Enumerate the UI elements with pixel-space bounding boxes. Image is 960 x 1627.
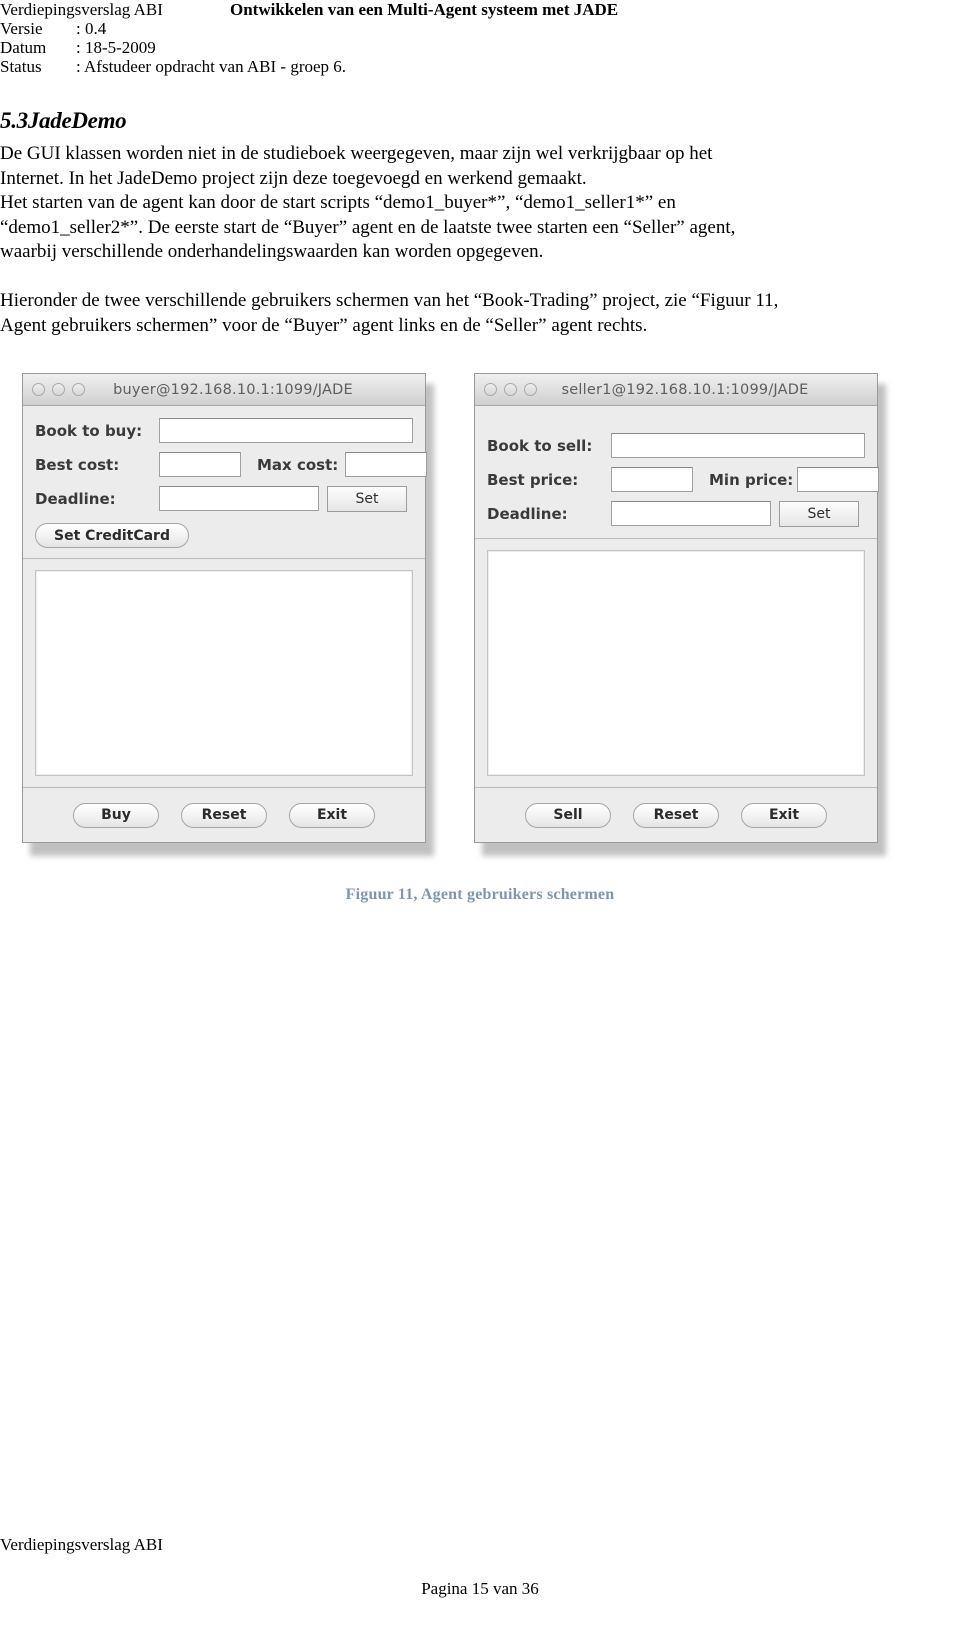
- best-cost-input[interactable]: [159, 452, 241, 477]
- min-price-input[interactable]: [797, 467, 879, 492]
- paragraph-line: De GUI klassen worden niet in de studieb…: [0, 143, 713, 164]
- best-cost-label: Best cost:: [35, 455, 120, 474]
- minimize-button-icon[interactable]: [52, 383, 65, 396]
- deadline-input[interactable]: [611, 501, 771, 526]
- minimize-button-icon[interactable]: [504, 383, 517, 396]
- seller-price-row: Best price: Min price:: [487, 467, 879, 492]
- seller-action-bar: Sell Reset Exit: [475, 787, 877, 842]
- header-row-datum: Datum : 18-5-2009: [0, 38, 960, 57]
- reset-button[interactable]: Reset: [181, 802, 267, 828]
- max-cost-label: Max cost:: [257, 455, 339, 474]
- buyer-creditcard-row: Set CreditCard: [35, 523, 413, 548]
- paragraph-line: Agent gebruikers schermen” voor de “Buye…: [0, 314, 648, 336]
- zoom-button-icon[interactable]: [72, 383, 85, 396]
- book-to-sell-input[interactable]: [611, 433, 865, 458]
- book-to-sell-label: Book to sell:: [487, 436, 593, 455]
- report-main-title: Ontwikkelen van een Multi-Agent systeem …: [230, 0, 619, 19]
- versie-value: : 0.4: [76, 19, 107, 38]
- close-button-icon[interactable]: [484, 383, 497, 396]
- best-price-input[interactable]: [611, 467, 693, 492]
- document-title: Verdiepingsverslag ABI: [0, 0, 163, 19]
- best-price-label: Best price:: [487, 470, 579, 489]
- book-to-buy-input[interactable]: [159, 418, 413, 443]
- paragraph-line: Het starten van de agent kan door de sta…: [0, 192, 676, 213]
- buyer-log-output[interactable]: [35, 570, 413, 776]
- seller-deadline-row: Deadline: Set: [487, 500, 865, 527]
- min-price-label: Min price:: [709, 470, 794, 489]
- datum-label: Datum: [0, 38, 47, 57]
- buyer-log-panel: [23, 559, 425, 787]
- deadline-label: Deadline:: [35, 489, 116, 508]
- deadline-label: Deadline:: [487, 504, 568, 523]
- exit-button[interactable]: Exit: [289, 802, 375, 828]
- reset-button[interactable]: Reset: [633, 802, 719, 828]
- buy-button[interactable]: Buy: [73, 802, 159, 828]
- seller-window-titlebar[interactable]: seller1@192.168.10.1:1099/JADE: [475, 374, 877, 406]
- document-footer: Verdiepingsverslag ABI Pagina 15 van 36: [0, 1517, 960, 1627]
- figure-agent-user-screens: buyer@192.168.10.1:1099/JADE Book to buy…: [0, 364, 960, 914]
- zoom-button-icon[interactable]: [524, 383, 537, 396]
- versie-label: Versie: [0, 19, 43, 38]
- deadline-input[interactable]: [159, 486, 319, 511]
- buyer-agent-window[interactable]: buyer@192.168.10.1:1099/JADE Book to buy…: [22, 373, 427, 843]
- set-creditcard-button[interactable]: Set CreditCard: [35, 523, 189, 548]
- book-to-buy-label: Book to buy:: [35, 421, 143, 440]
- paragraph-line: Internet. In het JadeDemo project zijn d…: [0, 167, 587, 189]
- paragraph-line: “demo1_seller2*”. De eerste start de “Bu…: [0, 216, 736, 238]
- datum-value: : 18-5-2009: [76, 38, 156, 57]
- buyer-window-titlebar[interactable]: buyer@192.168.10.1:1099/JADE: [23, 374, 425, 406]
- paragraph-figure-reference: Hieronder de twee verschillende gebruike…: [0, 289, 945, 338]
- seller-book-row: Book to sell:: [487, 433, 865, 458]
- footer-page-number: Pagina 15 van 36: [421, 1579, 539, 1598]
- buyer-traffic-lights: [32, 383, 85, 396]
- seller-agent-window[interactable]: seller1@192.168.10.1:1099/JADE Book to s…: [474, 373, 879, 843]
- footer-document-title: Verdiepingsverslag ABI: [0, 1535, 163, 1554]
- header-row-title: Verdiepingsverslag ABI Ontwikkelen van e…: [0, 0, 960, 19]
- seller-log-output[interactable]: [487, 550, 865, 776]
- buyer-window-title: buyer@192.168.10.1:1099/JADE: [113, 381, 353, 398]
- seller-log-panel: [475, 539, 877, 787]
- buyer-action-bar: Buy Reset Exit: [23, 787, 425, 842]
- seller-traffic-lights: [484, 383, 537, 396]
- buyer-deadline-row: Deadline: Set: [35, 485, 413, 512]
- figure-caption: Figuur 11, Agent gebruikers schermen: [345, 886, 615, 903]
- max-cost-input[interactable]: [345, 452, 427, 477]
- seller-window-title: seller1@192.168.10.1:1099/JADE: [561, 381, 809, 398]
- header-row-versie: Versie : 0.4: [0, 19, 960, 38]
- section-heading: 5.3JadeDemo: [0, 108, 127, 133]
- paragraph-line: waarbij verschillende onderhandelingswaa…: [0, 241, 544, 262]
- buyer-form-panel: Book to buy: Best cost: Max cost: Deadli…: [23, 406, 427, 559]
- set-button[interactable]: Set: [327, 485, 407, 512]
- buyer-cost-row: Best cost: Max cost:: [35, 452, 427, 477]
- paragraph-jadedemo-intro: De GUI klassen worden niet in de studieb…: [0, 142, 945, 265]
- paragraph-line: Hieronder de twee verschillende gebruike…: [0, 290, 779, 311]
- header-row-status: Status : Afstudeer opdracht van ABI - gr…: [0, 57, 960, 76]
- set-button[interactable]: Set: [779, 500, 859, 527]
- buyer-book-row: Book to buy:: [35, 418, 413, 443]
- sell-button[interactable]: Sell: [525, 802, 611, 828]
- exit-button[interactable]: Exit: [741, 802, 827, 828]
- document-header: Verdiepingsverslag ABI Ontwikkelen van e…: [0, 0, 960, 76]
- close-button-icon[interactable]: [32, 383, 45, 396]
- status-value: : Afstudeer opdracht van ABI - groep 6.: [76, 57, 347, 76]
- status-label: Status: [0, 57, 42, 76]
- seller-form-panel: Book to sell: Best price: Min price: Dea…: [475, 406, 879, 539]
